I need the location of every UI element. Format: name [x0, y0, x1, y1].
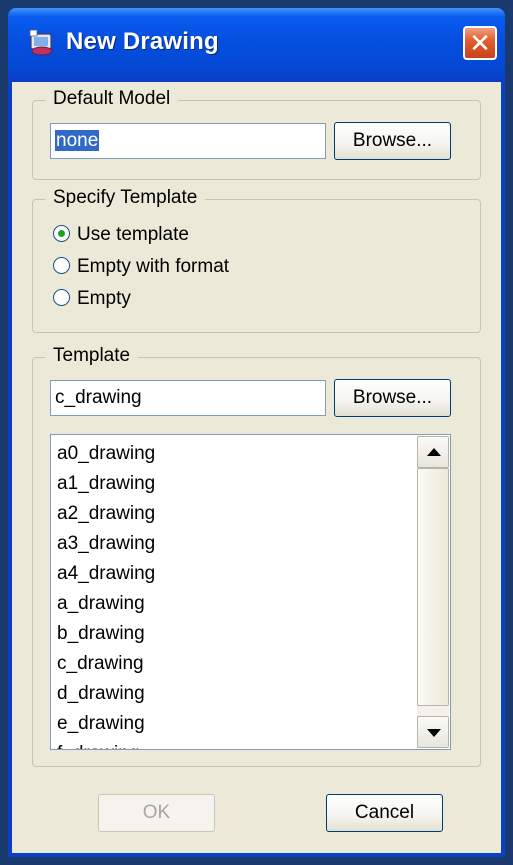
list-item[interactable]: a2_drawing [57, 499, 410, 529]
default-model-value: none [55, 130, 100, 151]
app-icon [29, 30, 53, 56]
default-model-group: Default Model none Browse... [32, 88, 481, 180]
radio-button[interactable] [53, 257, 70, 274]
list-item[interactable]: a1_drawing [57, 469, 410, 499]
radio-button[interactable] [53, 225, 70, 242]
default-model-browse-button[interactable]: Browse... [334, 122, 451, 160]
vertical-scrollbar[interactable] [417, 436, 449, 748]
default-model-input[interactable]: none [50, 123, 326, 159]
radio-label: Empty with format [77, 256, 230, 277]
scroll-up-button[interactable] [417, 436, 449, 468]
close-icon: ✕ [469, 28, 491, 58]
list-item[interactable]: c_drawing [57, 649, 410, 679]
template-legend: Template [45, 345, 139, 367]
radio-label: Empty [77, 288, 131, 309]
new-drawing-dialog: New Drawing ✕ Default Model none Browse.… [8, 8, 505, 857]
specify-template-group: Specify Template Use template Empty with… [32, 187, 481, 333]
template-browse-button[interactable]: Browse... [334, 379, 451, 417]
template-list: a0_drawing a1_drawing a2_drawing a3_drawing… [57, 439, 410, 749]
title-bar[interactable]: New Drawing ✕ [8, 8, 505, 82]
template-input[interactable]: c_drawing [50, 380, 326, 416]
radio-label: Use template [77, 224, 189, 245]
specify-template-legend: Specify Template [45, 187, 206, 209]
arrow-down-icon [427, 729, 441, 737]
list-item[interactable]: f_drawing [57, 739, 410, 749]
list-item[interactable]: e_drawing [57, 709, 410, 739]
scroll-thumb[interactable] [417, 468, 449, 706]
list-item[interactable]: a_drawing [57, 589, 410, 619]
list-item[interactable]: a4_drawing [57, 559, 410, 589]
list-item[interactable]: d_drawing [57, 679, 410, 709]
list-item[interactable]: b_drawing [57, 619, 410, 649]
scroll-down-button[interactable] [417, 716, 449, 748]
arrow-up-icon [427, 448, 441, 456]
radio-button[interactable] [53, 289, 70, 306]
template-group: Template c_drawing Browse... a0_drawing a… [32, 345, 481, 767]
ok-button[interactable]: OK [98, 794, 215, 832]
list-item[interactable]: a3_drawing [57, 529, 410, 559]
dialog-client-area: Default Model none Browse... Specify Tem… [12, 82, 501, 853]
default-model-legend: Default Model [45, 88, 179, 110]
radio-selected-dot [58, 230, 65, 237]
cancel-button[interactable]: Cancel [326, 794, 443, 832]
template-listbox[interactable]: a0_drawing a1_drawing a2_drawing a3_drawing… [50, 434, 451, 750]
window-title: New Drawing [66, 28, 219, 55]
close-button[interactable]: ✕ [463, 26, 497, 60]
list-item[interactable]: a0_drawing [57, 439, 410, 469]
